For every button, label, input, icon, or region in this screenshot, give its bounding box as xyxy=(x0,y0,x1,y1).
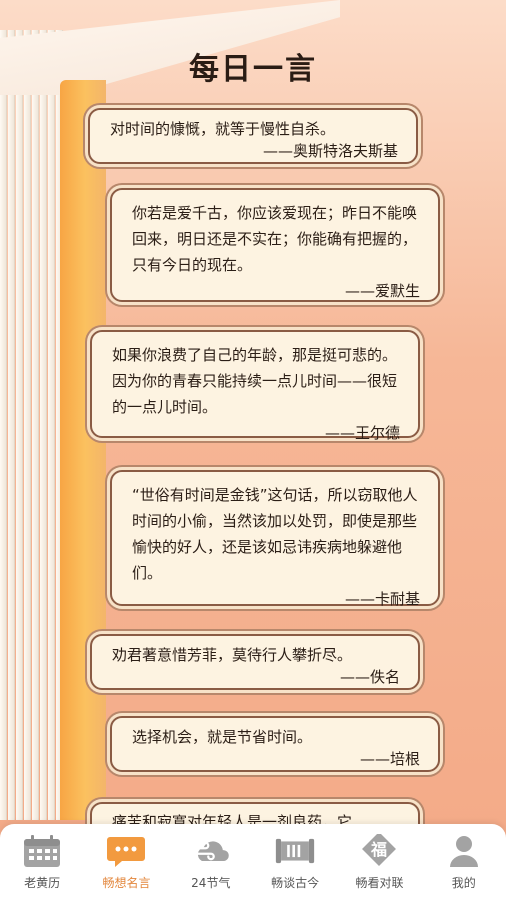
tab-label: 畅谈古今 xyxy=(271,876,320,890)
quote-author: ——爱默生 xyxy=(344,282,420,300)
quote-author: ——王尔德 xyxy=(324,424,400,442)
tab-couplets[interactable]: 福 畅看对联 xyxy=(337,824,421,900)
quote-card[interactable]: 对时间的慷慨，就等于慢性自杀。 ——奥斯特洛夫斯基 xyxy=(88,108,418,164)
chat-icon xyxy=(106,834,146,868)
quote-author: ——卡耐基 xyxy=(344,590,420,608)
scroll-icon xyxy=(275,834,315,868)
tab-label: 24节气 xyxy=(191,876,231,890)
quote-text: 选择机会，就是节省时间。 xyxy=(132,728,313,746)
quote-card[interactable]: 你若是爱千古，你应该爱现在；昨日不能唤回来，明日还是不实在；你能确有把握的，只有… xyxy=(110,188,440,302)
tab-profile[interactable]: 我的 xyxy=(422,824,506,900)
tab-label: 我的 xyxy=(451,876,476,890)
cloud-wind-icon xyxy=(191,834,231,868)
quote-card[interactable]: 劝君著意惜芳菲，莫待行人攀折尽。 ——佚名 xyxy=(90,634,420,690)
quote-author: ——佚名 xyxy=(339,668,400,686)
fu-icon: 福 xyxy=(359,834,399,868)
tab-calendar[interactable]: 老黄历 xyxy=(0,824,84,900)
quote-text: 对时间的慷慨，就等于慢性自杀。 xyxy=(110,120,336,138)
tab-quotes[interactable]: 畅想名言 xyxy=(84,824,168,900)
calendar-icon xyxy=(22,834,62,868)
bottom-tab-bar: 老黄历 畅想名言 24节气 畅谈古今 福 畅看对联 我的 xyxy=(0,824,506,900)
tab-label: 老黄历 xyxy=(24,876,61,890)
tab-history[interactable]: 畅谈古今 xyxy=(253,824,337,900)
tab-label: 畅想名言 xyxy=(102,876,151,890)
quote-author: ——奥斯特洛夫斯基 xyxy=(262,142,398,160)
user-icon xyxy=(444,834,484,868)
book-spine xyxy=(60,80,106,820)
fu-glyph: 福 xyxy=(370,840,387,859)
quote-card[interactable]: 如果你浪费了自己的年龄，那是挺可悲的。因为你的青春只能持续一点儿时间——很短的一… xyxy=(90,330,420,442)
tab-solar-terms[interactable]: 24节气 xyxy=(169,824,253,900)
quote-text: “世俗有时间是金钱”这句话，所以窃取他人时间的小偷，当然该加以处罚，即使是那些愉… xyxy=(132,486,418,582)
quote-card[interactable]: 选择机会，就是节省时间。 ——培根 xyxy=(110,716,440,772)
quote-text: 劝君著意惜芳菲，莫待行人攀折尽。 xyxy=(112,646,353,664)
quote-text: 如果你浪费了自己的年龄，那是挺可悲的。因为你的青春只能持续一点儿时间——很短的一… xyxy=(112,346,398,416)
quote-text: 你若是爱千古，你应该爱现在；昨日不能唤回来，明日还是不实在；你能确有把握的，只有… xyxy=(132,204,418,274)
page-title: 每日一言 xyxy=(189,52,317,87)
quote-author: ——培根 xyxy=(359,750,420,768)
quote-card[interactable]: “世俗有时间是金钱”这句话，所以窃取他人时间的小偷，当然该加以处罚，即使是那些愉… xyxy=(110,470,440,608)
tab-label: 畅看对联 xyxy=(355,876,404,890)
